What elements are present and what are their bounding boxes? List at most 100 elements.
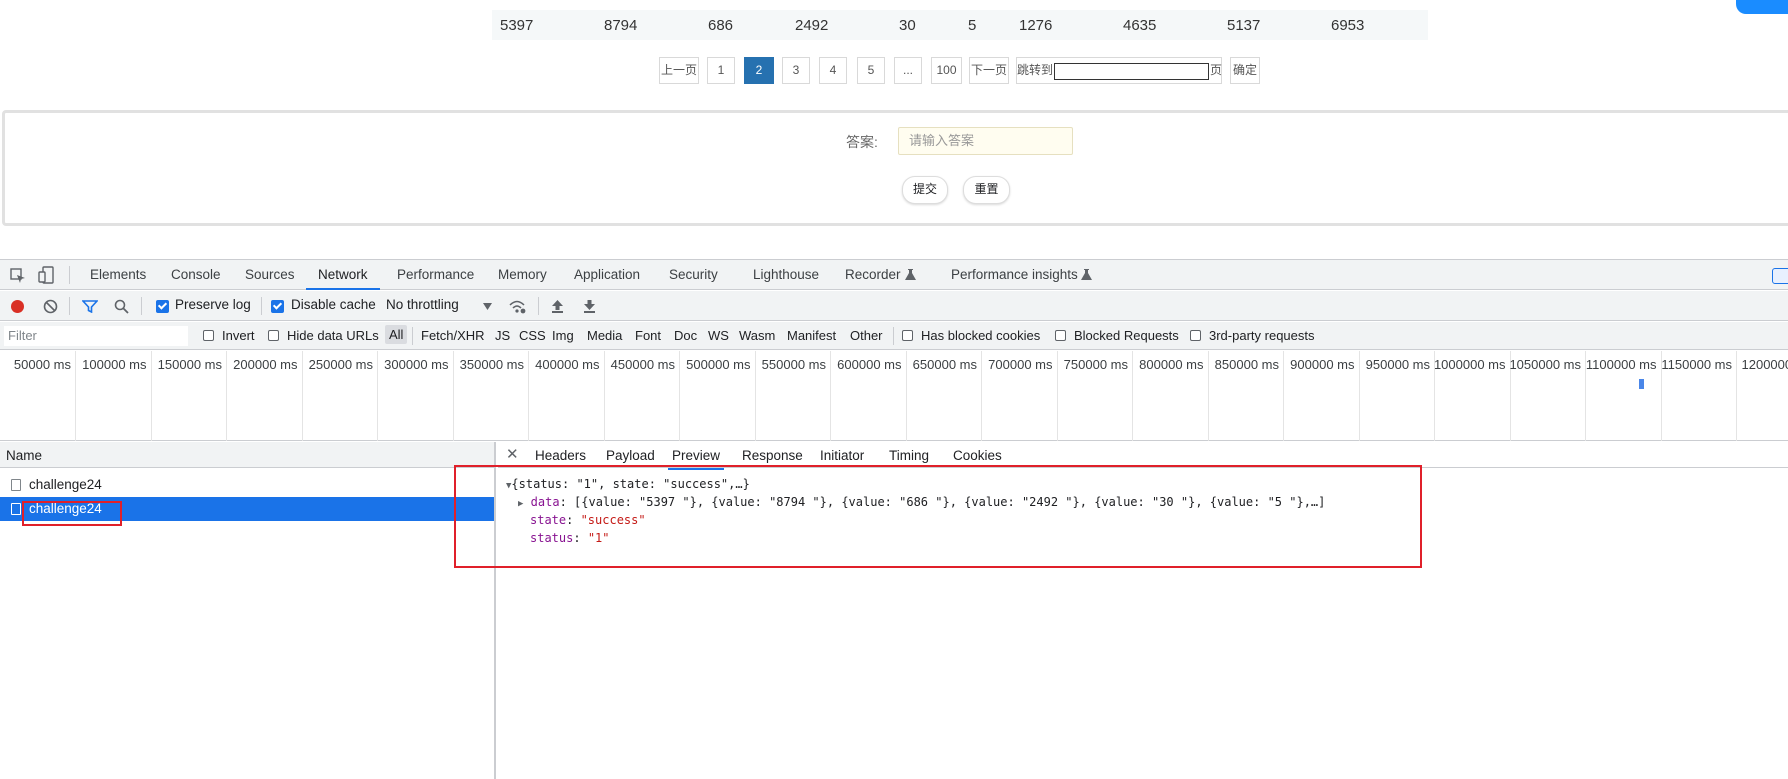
table-cell: 1276 — [1019, 17, 1052, 34]
type-filter-ws[interactable]: WS — [708, 328, 729, 343]
type-filter-fetch-xhr[interactable]: Fetch/XHR — [421, 328, 485, 343]
confirm-jump-button[interactable]: 确定 — [1230, 57, 1260, 84]
timeline-tick-label: 1050000 ms — [1509, 357, 1581, 372]
timeline-tick-label: 650000 ms — [913, 357, 977, 372]
hide-data-urls-checkbox[interactable] — [268, 330, 279, 341]
preserve-log-checkbox[interactable] — [156, 300, 169, 313]
tab-network[interactable]: Network — [306, 260, 380, 290]
type-filter-media[interactable]: Media — [587, 328, 622, 343]
jump-suffix: 页 — [1210, 58, 1222, 83]
blocked-requests-checkbox[interactable] — [1055, 330, 1066, 341]
tab-performance-insights[interactable]: Performance insights — [951, 260, 1078, 290]
page-button-last[interactable]: 100 — [931, 57, 962, 84]
close-icon[interactable]: ✕ — [506, 445, 519, 463]
tab-initiator[interactable]: Initiator — [820, 448, 864, 463]
type-filter-other[interactable]: Other — [850, 328, 883, 343]
answer-input[interactable]: 请输入答案 — [898, 127, 1073, 155]
type-filter-font[interactable]: Font — [635, 328, 661, 343]
tab-headers[interactable]: Headers — [535, 448, 586, 463]
network-overview-timeline[interactable]: 50000 ms100000 ms150000 ms200000 ms25000… — [0, 351, 1788, 441]
answer-label: 答案: — [846, 132, 878, 152]
page-ellipsis[interactable]: ... — [894, 57, 922, 84]
tab-performance[interactable]: Performance — [397, 260, 474, 290]
corner-badge[interactable] — [1736, 0, 1788, 14]
timeline-tick-label: 50000 ms — [14, 357, 71, 372]
tab-security[interactable]: Security — [669, 260, 718, 290]
tab-console[interactable]: Console — [171, 260, 221, 290]
timeline-tick-label: 100000 ms — [82, 357, 146, 372]
type-filter-all[interactable]: All — [385, 325, 407, 344]
table-cell: 5 — [968, 17, 976, 34]
tab-response[interactable]: Response — [742, 448, 803, 463]
experiment-flask-icon — [1081, 269, 1092, 281]
jump-to-page: 跳转到 页 — [1016, 57, 1222, 84]
timeline-gridline — [906, 351, 907, 441]
tab-timing[interactable]: Timing — [889, 448, 929, 463]
clear-icon[interactable] — [43, 299, 58, 314]
request-list: Name challenge24 challenge24 — [0, 442, 496, 779]
type-filter-wasm[interactable]: Wasm — [739, 328, 775, 343]
page-button[interactable]: 5 — [857, 57, 885, 84]
divider — [538, 297, 539, 315]
inspect-element-icon[interactable] — [10, 268, 26, 284]
table-cell: 5137 — [1227, 17, 1260, 34]
type-filter-js[interactable]: JS — [495, 328, 510, 343]
next-page-button[interactable]: 下一页 — [969, 57, 1009, 84]
devtools-tab-bar: Elements Console Sources Network Perform… — [0, 260, 1788, 290]
network-toolbar: Preserve log Disable cache No throttling — [0, 291, 1788, 321]
has-blocked-cookies-label: Has blocked cookies — [921, 328, 1040, 343]
timeline-gridline — [226, 351, 227, 441]
tab-memory[interactable]: Memory — [498, 260, 547, 290]
table-cell: 2492 — [795, 17, 828, 34]
type-filter-css[interactable]: CSS — [519, 328, 546, 343]
tab-application[interactable]: Application — [574, 260, 640, 290]
dropdown-arrow-icon[interactable] — [483, 303, 492, 310]
timeline-gridline — [1208, 351, 1209, 441]
timeline-gridline — [679, 351, 680, 441]
tab-lighthouse[interactable]: Lighthouse — [753, 260, 819, 290]
has-blocked-cookies-checkbox[interactable] — [902, 330, 913, 341]
type-filter-doc[interactable]: Doc — [674, 328, 697, 343]
invert-label: Invert — [222, 328, 255, 343]
device-toolbar-icon[interactable] — [38, 266, 56, 284]
invert-checkbox[interactable] — [203, 330, 214, 341]
page-button[interactable]: 1 — [707, 57, 735, 84]
request-row[interactable]: challenge24 — [0, 473, 494, 497]
import-har-icon[interactable] — [551, 299, 564, 313]
search-icon[interactable] — [114, 299, 129, 314]
preserve-log-label: Preserve log — [175, 297, 251, 312]
tab-payload[interactable]: Payload — [606, 448, 655, 463]
third-party-checkbox[interactable] — [1190, 330, 1201, 341]
page-button[interactable]: 4 — [819, 57, 847, 84]
name-column-header[interactable]: Name — [6, 448, 42, 463]
type-filter-manifest[interactable]: Manifest — [787, 328, 836, 343]
prev-page-button[interactable]: 上一页 — [659, 57, 699, 84]
tab-elements[interactable]: Elements — [90, 260, 146, 290]
timeline-gridline — [1132, 351, 1133, 441]
jump-page-input[interactable] — [1054, 63, 1209, 80]
issues-badge[interactable] — [1772, 268, 1788, 284]
type-filter-img[interactable]: Img — [552, 328, 574, 343]
export-har-icon[interactable] — [583, 299, 596, 313]
tab-cookies[interactable]: Cookies — [953, 448, 1002, 463]
hide-data-urls-label: Hide data URLs — [287, 328, 379, 343]
record-icon[interactable] — [10, 299, 25, 314]
tab-sources[interactable]: Sources — [245, 260, 295, 290]
filter-icon[interactable] — [82, 300, 98, 313]
timeline-gridline — [1057, 351, 1058, 441]
timeline-tick-label: 150000 ms — [158, 357, 222, 372]
network-conditions-icon[interactable] — [508, 298, 526, 314]
highlight-annotation-box — [454, 465, 1422, 568]
throttling-select[interactable]: No throttling — [386, 297, 459, 312]
filter-input[interactable]: Filter — [4, 326, 188, 346]
reset-button[interactable]: 重置 — [963, 176, 1010, 204]
devtools-panel: Elements Console Sources Network Perform… — [0, 259, 1788, 778]
submit-button[interactable]: 提交 — [902, 176, 948, 204]
answer-panel — [2, 110, 1788, 226]
page-button-current[interactable]: 2 — [744, 57, 774, 84]
disable-cache-checkbox[interactable] — [271, 300, 284, 313]
page-button[interactable]: 3 — [782, 57, 810, 84]
data-table-row: 5397 8794 686 2492 30 5 1276 4635 5137 6… — [492, 10, 1428, 40]
tab-recorder[interactable]: Recorder — [845, 260, 901, 290]
divider — [893, 327, 894, 345]
